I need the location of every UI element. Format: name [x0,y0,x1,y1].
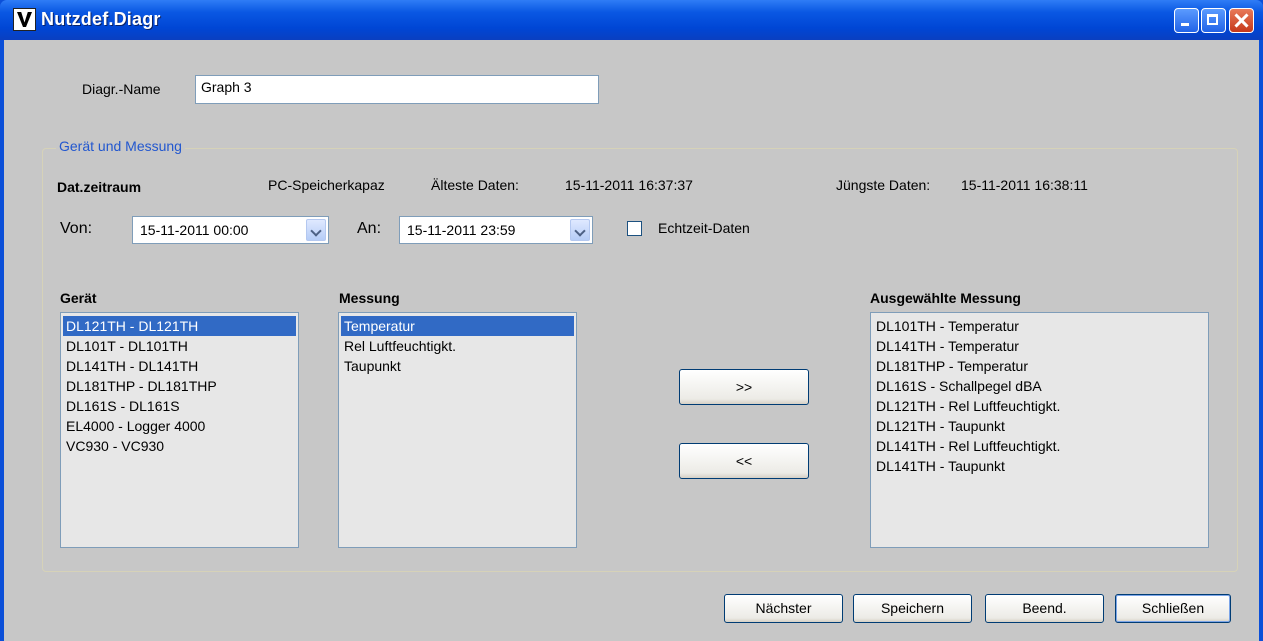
selected-measurement-list[interactable]: DL101TH - Temperatur DL141TH - Temperatu… [870,312,1209,548]
device-list-header: Gerät [60,290,97,306]
list-item[interactable]: DL141TH - DL141TH [63,356,296,376]
remove-measurement-button[interactable]: << [679,443,809,479]
list-item[interactable]: DL181THP - Temperatur [873,356,1206,376]
realtime-label: Echtzeit-Daten [658,220,750,236]
add-measurement-button[interactable]: >> [679,369,809,405]
close-window-button[interactable] [1229,8,1254,33]
dialog-body: Diagr.-Name Graph 3 Gerät und Messung Da… [4,40,1259,641]
newest-data-label: Jüngste Daten: [836,177,931,193]
newest-data-value: 15-11-2011 16:38:11 [961,177,1088,193]
from-date-select[interactable]: 15-11-2011 00:00 [132,216,329,244]
list-item[interactable]: DL121TH - Taupunkt [873,416,1206,436]
measurement-list[interactable]: Temperatur Rel Luftfeuchtigkt. Taupunkt [338,312,577,548]
list-item[interactable]: DL141TH - Temperatur [873,336,1206,356]
chevron-down-icon[interactable] [570,219,590,241]
from-date-value: 15-11-2011 00:00 [140,222,249,238]
list-item[interactable]: DL141TH - Rel Luftfeuchtigkt. [873,436,1206,456]
title-bar[interactable]: Nutzdef.Diagr [0,0,1263,40]
pc-capacity-label: PC-Speicherkapaz [268,177,385,193]
list-item[interactable]: DL101T - DL101TH [63,336,296,356]
finish-button[interactable]: Beend. [985,594,1104,623]
from-label: Von: [60,220,93,237]
selected-list-header: Ausgewählte Messung [870,290,1021,306]
measurement-list-header: Messung [339,290,400,306]
save-button[interactable]: Speichern [853,594,972,623]
window-title: Nutzdef.Diagr [41,9,161,29]
list-item[interactable]: DL161S - DL161S [63,396,296,416]
to-date-select[interactable]: 15-11-2011 23:59 [399,216,593,244]
diagram-name-input[interactable]: Graph 3 [195,75,599,104]
oldest-data-value: 15-11-2011 16:37:37 [565,177,693,193]
list-item[interactable]: Temperatur [341,316,574,336]
list-item[interactable]: DL161S - Schallpegel dBA [873,376,1206,396]
list-item[interactable]: DL101TH - Temperatur [873,316,1206,336]
window: Nutzdef.Diagr Diagr.-Name Graph 3 Gerät … [0,0,1263,641]
oldest-data-label: Älteste Daten: [431,177,519,193]
period-label: Dat.zeitraum [57,179,142,195]
list-item[interactable]: Taupunkt [341,356,574,376]
realtime-checkbox[interactable] [627,221,642,236]
list-item[interactable]: Rel Luftfeuchtigkt. [341,336,574,356]
group-title: Gerät und Messung [56,138,185,154]
next-button[interactable]: Nächster [724,594,843,623]
maximize-button[interactable] [1201,8,1226,33]
minimize-button[interactable] [1174,8,1199,33]
to-date-value: 15-11-2011 23:59 [407,222,516,238]
list-item[interactable]: VC930 - VC930 [63,436,296,456]
list-item[interactable]: DL121TH - Rel Luftfeuchtigkt. [873,396,1206,416]
app-logo-icon [13,8,36,31]
device-list[interactable]: DL121TH - DL121TH DL101T - DL101TH DL141… [60,312,299,548]
list-item[interactable]: DL181THP - DL181THP [63,376,296,396]
list-item[interactable]: DL141TH - Taupunkt [873,456,1206,476]
list-item[interactable]: EL4000 - Logger 4000 [63,416,296,436]
close-button[interactable]: Schließen [1115,594,1231,623]
diagram-name-label: Diagr.-Name [82,81,161,97]
chevron-down-icon[interactable] [306,219,326,241]
list-item[interactable]: DL121TH - DL121TH [63,316,296,336]
to-label: An: [357,220,382,237]
